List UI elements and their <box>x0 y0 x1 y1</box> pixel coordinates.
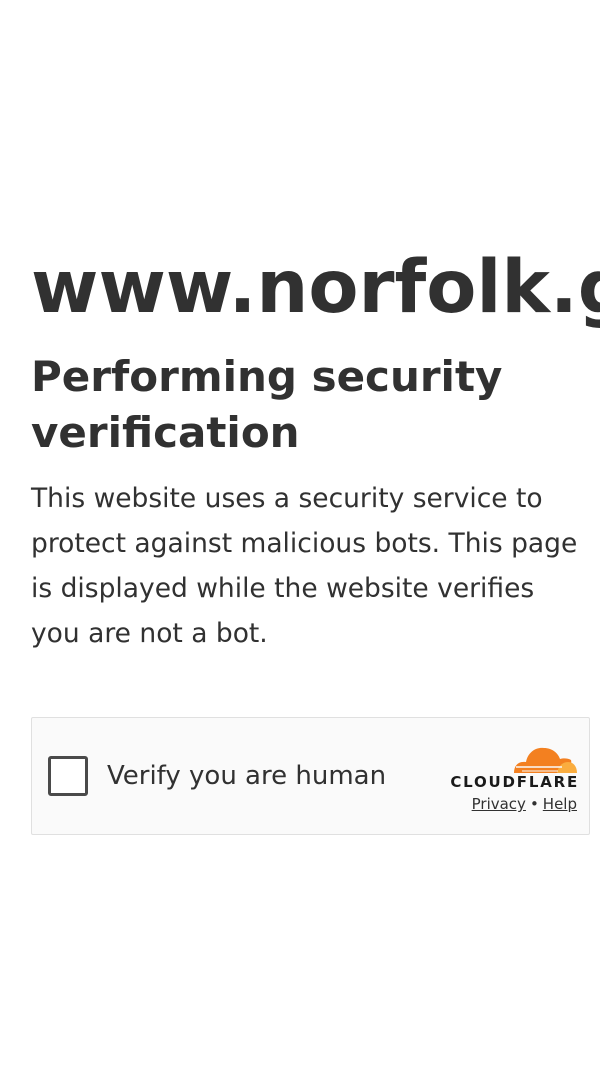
verify-human-checkbox[interactable] <box>48 756 88 796</box>
domain-heading-container: www.norfolk.gov <box>0 0 600 340</box>
privacy-link[interactable]: Privacy <box>472 795 526 813</box>
cloudflare-cloud-icon <box>514 747 577 773</box>
page-description: This website uses a security service to … <box>31 483 578 649</box>
site-domain-heading: www.norfolk.gov <box>31 245 600 330</box>
link-separator: • <box>529 795 539 813</box>
page-title: Performing security verification <box>31 352 503 457</box>
verify-human-label[interactable]: Verify you are human <box>107 759 386 793</box>
widget-footer-links: Privacy • Help <box>437 794 577 814</box>
cloudflare-wordmark: CLOUDFLARE <box>450 773 579 791</box>
turnstile-widget: Verify you are human CLOUDFLARE Privacy •… <box>31 717 590 835</box>
help-link[interactable]: Help <box>543 795 577 813</box>
